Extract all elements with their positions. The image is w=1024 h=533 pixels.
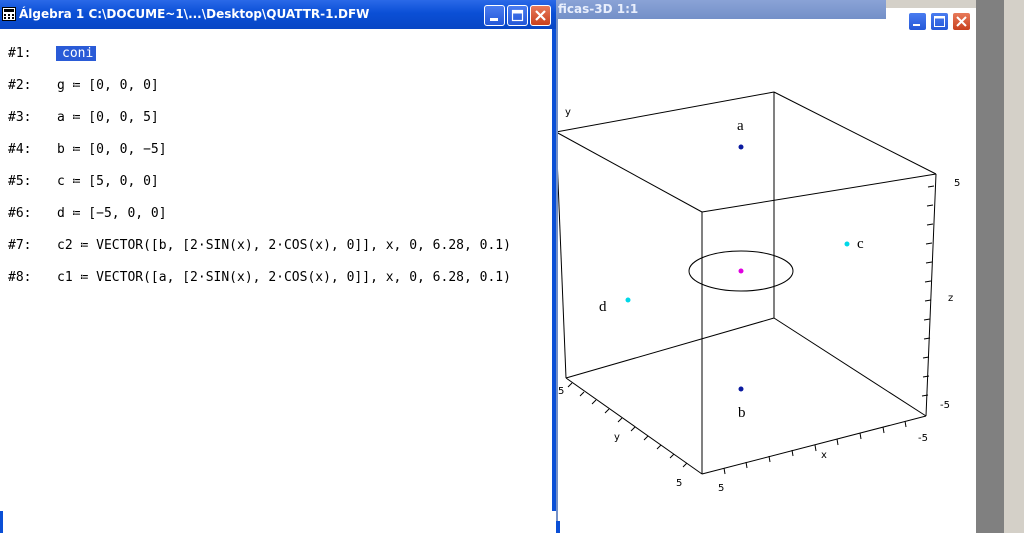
point-g bbox=[738, 268, 744, 274]
algebra-window[interactable]: Álgebra 1 C:\DOCUME~1\...\Desktop\QUATTR… bbox=[0, 0, 556, 533]
point-label-b: b bbox=[738, 405, 746, 421]
algebra-window-titlebar[interactable]: Álgebra 1 C:\DOCUME~1\...\Desktop\QUATTR… bbox=[0, 0, 556, 29]
algebra-window-title: Álgebra 1 C:\DOCUME~1\...\Desktop\QUATTR… bbox=[19, 7, 370, 21]
axis-label-x: x bbox=[821, 450, 827, 461]
expression-number: #7: bbox=[8, 238, 32, 253]
point-d bbox=[625, 297, 631, 303]
graphics-3d-window[interactable]: a b c d y y x z 5 -5 5 5 5 -5 ficas-3D 1… bbox=[556, 0, 976, 533]
expression-text-selected[interactable]: coni bbox=[56, 46, 97, 61]
graphics-window-titlebar[interactable]: ficas-3D 1:1 bbox=[556, 0, 886, 19]
expression-number: #3: bbox=[8, 110, 32, 125]
expression-text[interactable]: g ≔ [0, 0, 0] bbox=[57, 78, 159, 93]
axis-label-y: y bbox=[614, 432, 620, 443]
axis-label-y-top: y bbox=[565, 107, 571, 118]
graphics-window-toolbar bbox=[886, 0, 976, 8]
expression-number: #1: bbox=[8, 46, 32, 61]
tick-label-x-far: -5 bbox=[918, 433, 928, 444]
bounding-box bbox=[556, 91, 937, 475]
close-icon bbox=[535, 10, 546, 21]
point-b bbox=[738, 386, 744, 392]
desktop-background bbox=[976, 0, 1024, 533]
tick-label-z-min: -5 bbox=[940, 400, 950, 411]
expression-number: #6: bbox=[8, 206, 32, 221]
algebra-window-bottom bbox=[0, 511, 556, 533]
app-icon[interactable] bbox=[2, 7, 16, 21]
point-a bbox=[738, 144, 744, 150]
expression-number: #4: bbox=[8, 142, 32, 157]
expression-number: #8: bbox=[8, 270, 32, 285]
algebra-window-border bbox=[552, 29, 556, 511]
expression-number: #5: bbox=[8, 174, 32, 189]
axis-label-z: z bbox=[948, 293, 953, 304]
expression-text[interactable]: c2 ≔ VECTOR([b, [2·SIN(x), 2·COS(x), 0]]… bbox=[57, 238, 511, 253]
expression-text[interactable]: a ≔ [0, 0, 5] bbox=[57, 110, 159, 125]
minimize-icon bbox=[913, 24, 920, 26]
minimize-icon bbox=[490, 18, 498, 21]
tick-label-z-max: 5 bbox=[954, 178, 960, 189]
graphics-window-title: ficas-3D 1:1 bbox=[558, 2, 639, 16]
maximize-icon bbox=[511, 9, 524, 22]
tick-label-y-far: 5 bbox=[676, 478, 682, 489]
graphics-maximize-button[interactable] bbox=[930, 12, 949, 31]
expression-text[interactable]: c1 ≔ VECTOR([a, [2·SIN(x), 2·COS(x), 0]]… bbox=[57, 270, 511, 285]
point-label-a: a bbox=[737, 118, 744, 134]
maximize-icon bbox=[934, 16, 945, 27]
points-layer bbox=[625, 144, 850, 392]
close-icon bbox=[956, 16, 967, 27]
algebra-maximize-button[interactable] bbox=[507, 5, 528, 26]
window-edge bbox=[556, 521, 560, 533]
point-label-d: d bbox=[599, 299, 607, 315]
point-c bbox=[844, 241, 850, 247]
plot-3d-canvas[interactable]: a b c d y y x z 5 -5 5 5 5 -5 bbox=[556, 0, 976, 533]
tick-label-y-near: 5 bbox=[558, 386, 564, 397]
algebra-minimize-button[interactable] bbox=[484, 5, 505, 26]
expression-text[interactable]: d ≔ [−5, 0, 0] bbox=[57, 206, 167, 221]
algebra-close-button[interactable] bbox=[530, 5, 551, 26]
point-label-c: c bbox=[857, 236, 864, 252]
graphics-minimize-button[interactable] bbox=[908, 12, 927, 31]
expression-text[interactable]: c ≔ [5, 0, 0] bbox=[57, 174, 159, 189]
graphics-close-button[interactable] bbox=[952, 12, 971, 31]
expression-text[interactable]: b ≔ [0, 0, −5] bbox=[57, 142, 167, 157]
graphics-window-border bbox=[556, 19, 558, 533]
expression-number: #2: bbox=[8, 78, 32, 93]
tick-label-x-near: 5 bbox=[718, 483, 724, 494]
